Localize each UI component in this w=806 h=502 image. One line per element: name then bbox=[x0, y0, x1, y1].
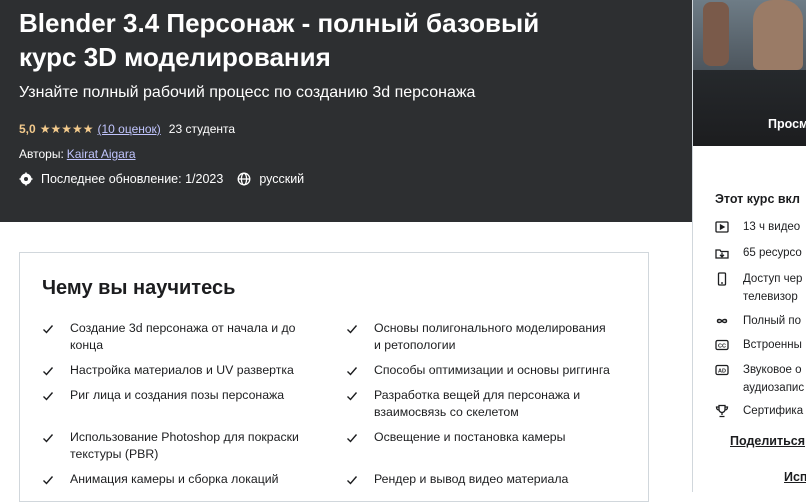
course-header: Blender 3.4 Персонаж - полный базовый ку… bbox=[0, 0, 806, 222]
check-icon bbox=[346, 390, 358, 402]
course-title-line-2: курс 3D моделирования bbox=[19, 42, 331, 72]
purchase-sidebar: Просм Этот курс вкл 13 ч видео 65 ресурс… bbox=[692, 0, 806, 492]
preview-character bbox=[753, 0, 803, 70]
globe-icon bbox=[237, 172, 251, 186]
list-item: Разработка вещей для персонажа и взаимос… bbox=[346, 387, 611, 421]
download-icon bbox=[715, 246, 729, 260]
check-icon bbox=[346, 432, 358, 444]
include-item-certificate: Сертифика bbox=[715, 402, 803, 420]
students-count: 23 студента bbox=[168, 122, 236, 136]
include-item-resources: 65 ресурсо bbox=[715, 244, 802, 262]
include-item-lifetime: Полный по bbox=[715, 312, 801, 330]
video-icon bbox=[715, 220, 729, 234]
last-update: Последнее обновление: 1/2023 bbox=[41, 172, 224, 186]
preview-label: Просм bbox=[768, 117, 806, 131]
authors-row: Авторы: Kairat Aigara bbox=[19, 147, 136, 161]
ad-icon: AD bbox=[715, 363, 729, 377]
ratings-count-link[interactable]: (10 оценок) bbox=[97, 122, 160, 136]
include-item-video: 13 ч видео bbox=[715, 218, 800, 236]
include-item-subtitles: CC Встроенны bbox=[715, 336, 802, 354]
list-item: Рендер и вывод видео материала bbox=[346, 471, 611, 488]
what-you-will-learn: Чему вы научитесь Создание 3d персонажа … bbox=[19, 252, 649, 502]
include-item-audio: AD Звуковое о аудиозапис bbox=[715, 361, 804, 397]
list-item: Настройка материалов и UV развертка bbox=[42, 362, 307, 379]
course-title: Blender 3.4 Персонаж - полный базовый ку… bbox=[19, 6, 679, 74]
check-icon bbox=[42, 323, 54, 335]
learn-title: Чему вы научитесь bbox=[42, 277, 236, 299]
check-icon bbox=[42, 390, 54, 402]
mobile-icon bbox=[715, 272, 729, 286]
cc-icon: CC bbox=[715, 338, 729, 352]
course-title-line-1: Blender 3.4 Персонаж - полный базовый bbox=[19, 8, 540, 38]
list-item: Освещение и постановка камеры bbox=[346, 429, 611, 446]
meta-row: Последнее обновление: 1/2023 русский bbox=[19, 171, 304, 187]
list-item: Риг лица и создания позы персонажа bbox=[42, 387, 307, 404]
author-link[interactable]: Kairat Aigara bbox=[67, 147, 136, 161]
preview-character bbox=[703, 2, 729, 66]
list-item: Основы полигонального моделирования и ре… bbox=[346, 320, 611, 354]
list-item: Создание 3d персонажа от начала и до кон… bbox=[42, 320, 307, 354]
check-icon bbox=[42, 432, 54, 444]
course-subtitle: Узнайте полный рабочий процесс по создан… bbox=[19, 84, 476, 101]
apply-coupon-link[interactable]: Исп bbox=[784, 470, 806, 484]
star-rating-icon: ★★★★★ bbox=[39, 122, 94, 136]
include-item-access: Доступ чер телевизор bbox=[715, 270, 802, 306]
authors-label: Авторы: bbox=[19, 147, 64, 161]
update-badge-icon bbox=[19, 172, 33, 186]
rating-row: 5,0 ★★★★★ (10 оценок) 23 студента bbox=[19, 121, 235, 137]
list-item: Анимация камеры и сборка локаций bbox=[42, 471, 307, 488]
list-item: Использование Photoshop для покраски тек… bbox=[42, 429, 307, 463]
includes-title: Этот курс вкл bbox=[715, 192, 800, 206]
check-icon bbox=[42, 474, 54, 486]
svg-text:CC: CC bbox=[718, 344, 726, 350]
check-icon bbox=[42, 365, 54, 377]
infinity-icon bbox=[715, 314, 729, 328]
course-language: русский bbox=[259, 172, 305, 186]
rating-value: 5,0 bbox=[19, 122, 36, 136]
share-button[interactable]: Поделиться bbox=[730, 434, 805, 448]
check-icon bbox=[346, 365, 358, 377]
check-icon bbox=[346, 323, 358, 335]
trophy-icon bbox=[715, 404, 729, 418]
check-icon bbox=[346, 474, 358, 486]
list-item: Способы оптимизации и основы риггинга bbox=[346, 362, 611, 379]
svg-text:AD: AD bbox=[718, 369, 726, 375]
course-preview[interactable]: Просм bbox=[693, 0, 806, 146]
